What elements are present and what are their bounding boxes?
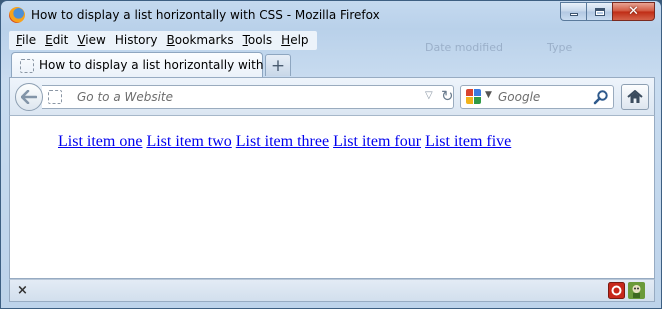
minimize-button[interactable] bbox=[560, 2, 586, 21]
menu-view-label: iew bbox=[85, 33, 106, 47]
close-window-button[interactable]: ✕ bbox=[612, 2, 655, 21]
list-item-link-five[interactable]: List item five bbox=[425, 133, 511, 150]
back-button[interactable] bbox=[15, 83, 43, 111]
url-input[interactable]: Go to a Website bbox=[77, 90, 173, 104]
reload-icon[interactable]: ↻ bbox=[441, 87, 454, 105]
url-history-dropdown-icon[interactable]: ▽ bbox=[425, 90, 433, 101]
menu-edit-label: dit bbox=[52, 33, 69, 47]
menu-bookmarks-accesskey: B bbox=[166, 33, 175, 47]
title-bar[interactable]: How to display a list horizontally with … bbox=[1, 1, 661, 29]
menu-history-label: istory bbox=[123, 33, 158, 47]
list-item: List item two bbox=[146, 133, 231, 151]
addon-bar: × bbox=[9, 279, 655, 302]
tab-label: How to display a list horizontally with … bbox=[39, 58, 291, 72]
background-ghost-date: Date modified bbox=[425, 41, 503, 54]
site-identity-icon[interactable] bbox=[48, 90, 62, 104]
window-title: How to display a list horizontally with … bbox=[31, 8, 380, 22]
menu-edit[interactable]: Edit bbox=[41, 31, 73, 50]
search-engine-dropdown-icon[interactable]: ▼ bbox=[485, 90, 492, 100]
list-item: List item one bbox=[58, 133, 142, 151]
url-bar[interactable]: Go to a Website ▽ ↻ bbox=[42, 85, 454, 109]
extension-icon[interactable] bbox=[628, 282, 645, 299]
close-icon: ✕ bbox=[628, 4, 639, 19]
google-icon[interactable] bbox=[466, 89, 482, 105]
list-item-link-one[interactable]: List item one bbox=[58, 133, 142, 150]
home-button[interactable] bbox=[621, 84, 649, 110]
menu-bookmarks-label: ookmarks bbox=[174, 33, 234, 47]
list-item-link-three[interactable]: List item three bbox=[236, 133, 329, 150]
magnifier-icon[interactable] bbox=[593, 89, 609, 105]
menu-history-first: H bbox=[114, 33, 124, 47]
minimize-icon bbox=[569, 13, 578, 16]
list-item: List item three bbox=[236, 133, 329, 151]
menu-bar: File Edit View History Bookmarks Tools H… bbox=[9, 31, 317, 50]
home-icon bbox=[627, 90, 643, 103]
window-controls: ✕ bbox=[560, 2, 655, 21]
menu-tools[interactable]: Tools bbox=[239, 31, 278, 50]
list-item-link-four[interactable]: List item four bbox=[333, 133, 421, 150]
menu-tools-label: ools bbox=[247, 33, 273, 47]
navigation-toolbar: Go to a Website ▽ ↻ ▼ Google bbox=[9, 77, 655, 115]
search-input[interactable]: Google bbox=[498, 90, 540, 104]
menu-bookmarks[interactable]: Bookmarks bbox=[163, 31, 239, 50]
menu-view[interactable]: View bbox=[73, 31, 110, 50]
menu-help-accesskey: H bbox=[281, 33, 291, 47]
tab-active[interactable]: How to display a list horizontally with … bbox=[11, 52, 291, 78]
menu-file[interactable]: File bbox=[12, 31, 41, 50]
menu-edit-accesskey: E bbox=[45, 33, 53, 47]
back-arrow-icon bbox=[21, 90, 37, 104]
horizontal-list: List item one List item two List item th… bbox=[58, 133, 515, 151]
page-favicon-icon bbox=[20, 59, 34, 73]
greasemonkey-icon bbox=[632, 285, 641, 298]
close-addon-bar-button[interactable]: × bbox=[17, 283, 28, 298]
firefox-logo-icon bbox=[9, 7, 25, 23]
menu-history[interactable]: History bbox=[111, 31, 163, 50]
maximize-icon bbox=[594, 7, 605, 16]
menu-help[interactable]: Help bbox=[277, 31, 313, 50]
page-content: List item one List item two List item th… bbox=[9, 115, 655, 279]
new-tab-button[interactable]: + bbox=[265, 54, 291, 76]
maximize-button[interactable] bbox=[586, 2, 612, 21]
list-item-link-two[interactable]: List item two bbox=[146, 133, 231, 150]
list-item: List item five bbox=[425, 133, 511, 151]
search-bar[interactable]: ▼ Google bbox=[460, 85, 614, 109]
list-item: List item four bbox=[333, 133, 421, 151]
background-ghost-type: Type bbox=[547, 41, 573, 54]
menu-help-label: elp bbox=[290, 33, 309, 47]
browser-window: Date modified Type How to display a list… bbox=[0, 0, 662, 309]
adblock-icon[interactable] bbox=[608, 282, 625, 299]
menu-file-label: ile bbox=[22, 33, 37, 47]
